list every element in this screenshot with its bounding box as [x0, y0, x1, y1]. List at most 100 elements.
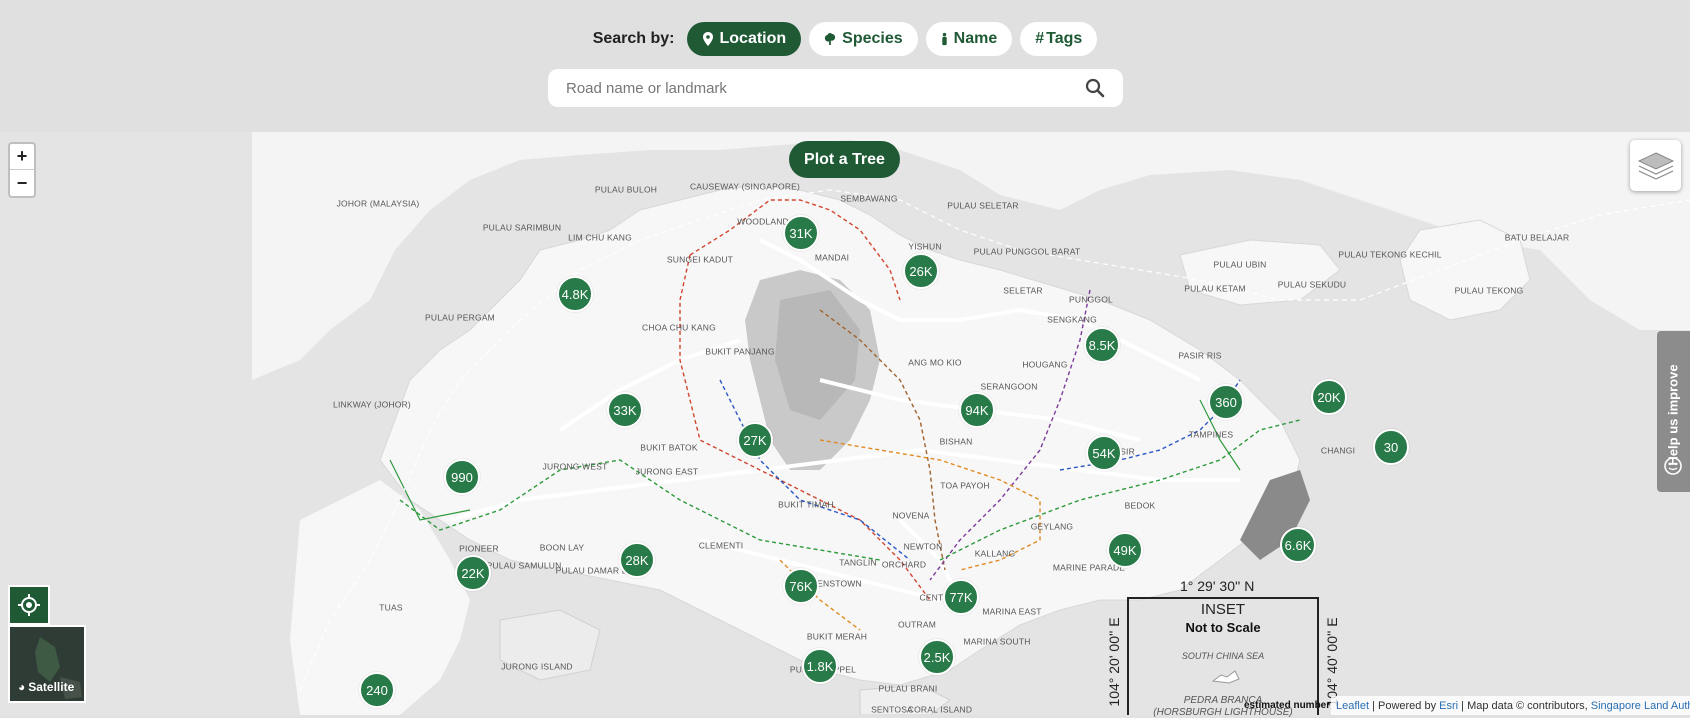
place-label: OUTRAM — [897, 619, 937, 630]
place-label: PULAU SEKUDU — [1277, 279, 1347, 290]
place-label: PULAU TEKONG — [1454, 285, 1524, 296]
inset-subtitle: Not to Scale — [1185, 620, 1261, 635]
search-header: Search by: Location Species Name # Tags — [0, 0, 1690, 132]
smiley-icon — [1664, 457, 1682, 475]
place-label: BUKIT BATOK — [640, 442, 698, 453]
tree-cluster-marker[interactable]: 240 — [359, 672, 395, 708]
place-label: TOA PAYOH — [940, 480, 990, 491]
place-label: TUAS — [379, 602, 403, 613]
inset-panel: INSET Not to Scale SOUTH CHINA SEA PEDRA… — [1127, 597, 1319, 718]
inset-sea-label: SOUTH CHINA SEA — [1181, 651, 1265, 661]
tags-mode-button[interactable]: # Tags — [1020, 22, 1098, 56]
place-label: PULAU SARIMBUN — [482, 222, 562, 233]
layers-icon — [1637, 151, 1674, 180]
layers-button[interactable] — [1630, 140, 1681, 191]
place-label: MARINA EAST — [982, 606, 1042, 617]
tree-cluster-marker[interactable]: 31K — [783, 215, 819, 251]
search-icon[interactable] — [1085, 78, 1105, 98]
place-label: PULAU SAMULUN — [486, 560, 562, 571]
map-attribution: Leaflet | Powered by Esri | Map data © c… — [1331, 696, 1690, 715]
tree-cluster-marker[interactable]: 54K — [1086, 435, 1122, 471]
tree-cluster-marker[interactable]: 1.8K — [802, 648, 838, 684]
tree-cluster-marker[interactable]: 990 — [444, 459, 480, 495]
globe-icon: ◕ — [18, 680, 26, 694]
place-label: GEYLANG — [1030, 521, 1074, 532]
help-us-improve-label: Help us improve — [1665, 364, 1681, 466]
place-label: BISHAN — [939, 436, 973, 447]
place-label: JURONG ISLAND — [501, 661, 573, 672]
place-label: PULAU BULOH — [594, 184, 658, 195]
locate-me-button[interactable] — [8, 585, 50, 625]
hash-icon: # — [1035, 30, 1045, 47]
plot-tree-button[interactable]: Plot a Tree — [789, 141, 900, 178]
place-label: SUNGEI KADUT — [666, 254, 734, 265]
tree-cluster-marker[interactable]: 27K — [737, 422, 773, 458]
tree-cluster-marker[interactable]: 22K — [455, 555, 491, 591]
satellite-label-group: ◕ Satellite — [18, 680, 74, 694]
tree-cluster-marker[interactable]: 26K — [903, 253, 939, 289]
tree-cluster-marker[interactable]: 76K — [783, 568, 819, 604]
place-label: PIONEER — [459, 543, 499, 554]
tree-cluster-marker[interactable]: 360 — [1208, 384, 1244, 420]
search-box — [548, 69, 1123, 107]
tree-cluster-marker[interactable]: 4.8K — [557, 276, 593, 312]
zoom-in-button[interactable]: + — [10, 144, 34, 170]
place-label: CORAL ISLAND — [907, 704, 973, 715]
inset-title: INSET — [1200, 601, 1246, 618]
place-label: CHANGI — [1320, 445, 1356, 456]
place-label: PUNGGOL — [1069, 294, 1113, 305]
place-label: HOUGANG — [1022, 359, 1068, 370]
tree-cluster-marker[interactable]: 20K — [1311, 379, 1347, 415]
tree-cluster-marker[interactable]: 28K — [619, 542, 655, 578]
tags-mode-label: Tags — [1046, 30, 1083, 47]
place-label: SENTOSA — [871, 704, 913, 715]
place-label: JURONG EAST — [635, 466, 699, 477]
place-label: ANG MO KIO — [908, 357, 962, 368]
tree-cluster-marker[interactable]: 49K — [1107, 532, 1143, 568]
zoom-control: + − — [8, 142, 36, 198]
place-label: NOVENA — [892, 510, 930, 521]
tree-cluster-marker[interactable]: 30 — [1373, 429, 1409, 465]
zoom-out-button[interactable]: − — [10, 170, 34, 196]
map-pin-icon — [702, 32, 713, 46]
place-label: PULAU UBIN — [1213, 259, 1267, 270]
inset-longitude-right: 104° 40' 00'' E — [1324, 617, 1340, 707]
map-view[interactable]: JOHOR (MALAYSIA) PULAU BULOH CAUSEWAY (S… — [0, 132, 1690, 715]
esri-link[interactable]: Esri — [1439, 700, 1458, 712]
tree-cluster-marker[interactable]: 2.5K — [919, 639, 955, 675]
species-mode-label: Species — [842, 30, 903, 47]
tree-cluster-marker[interactable]: 6.6K — [1280, 527, 1316, 563]
place-label: BUKIT MERAH — [806, 631, 868, 642]
attribution-powered: | Powered by — [1369, 699, 1440, 712]
tree-cluster-marker[interactable]: 8.5K — [1084, 327, 1120, 363]
place-label: BEDOK — [1124, 500, 1156, 511]
place-label: NEWTON — [903, 541, 943, 552]
help-us-improve-tab[interactable]: Help us improve — [1657, 331, 1690, 492]
place-label: BUKIT PANJANG — [705, 346, 775, 357]
search-input[interactable] — [566, 79, 1085, 97]
attribution-mapdata: | Map data © contributors, — [1458, 699, 1591, 712]
place-label: MARINA SOUTH — [963, 636, 1031, 647]
place-label: TANGLIN — [839, 557, 877, 568]
place-label: PULAU PUNGGOL BARAT — [973, 246, 1081, 257]
species-mode-button[interactable]: Species — [809, 22, 918, 56]
place-label: PULAU TEKONG KECHIL — [1338, 249, 1442, 260]
basemap — [0, 132, 1690, 715]
satellite-toggle[interactable]: ◕ Satellite — [8, 625, 86, 703]
person-icon — [941, 32, 947, 46]
search-by-label: Search by: — [592, 30, 675, 47]
place-label: KALLANG — [974, 548, 1016, 559]
place-label: JURONG WEST — [542, 461, 608, 472]
leaflet-link[interactable]: Leaflet — [1336, 700, 1369, 712]
tree-cluster-marker[interactable]: 33K — [607, 392, 643, 428]
place-label: SEMBAWANG — [840, 193, 898, 204]
place-label: PULAU KETAM — [1184, 283, 1246, 294]
place-label: BATU BELAJAR — [1504, 232, 1570, 243]
tree-cluster-marker[interactable]: 77K — [943, 579, 979, 615]
tree-cluster-marker[interactable]: 94K — [959, 392, 995, 428]
name-mode-button[interactable]: Name — [925, 22, 1013, 56]
location-mode-button[interactable]: Location — [686, 22, 802, 56]
tree-icon — [825, 33, 836, 45]
sla-link[interactable]: Singapore Land Authority — [1591, 700, 1690, 712]
place-label: PASIR RIS — [1178, 350, 1222, 361]
